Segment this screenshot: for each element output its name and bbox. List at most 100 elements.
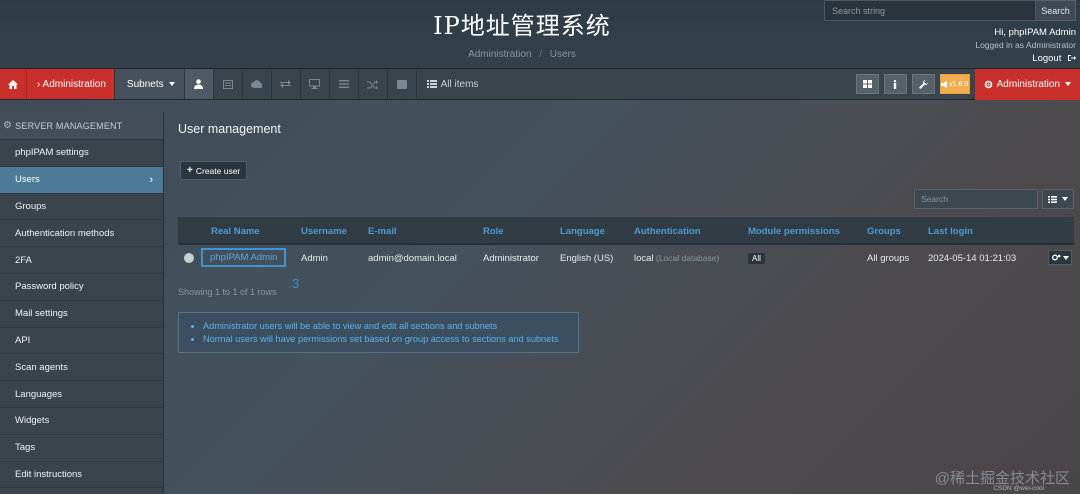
list-icon bbox=[1048, 195, 1057, 203]
nav-transfer[interactable] bbox=[270, 69, 300, 99]
cloud-icon bbox=[251, 80, 263, 88]
list-icon bbox=[426, 80, 437, 88]
watermark-small: CSDN @wei-cool bbox=[993, 485, 1044, 492]
sidebar-item-label: Users bbox=[15, 174, 40, 186]
column-header-email[interactable]: E-mail bbox=[368, 226, 397, 237]
logout-link[interactable]: Logout bbox=[975, 52, 1076, 65]
column-header-role[interactable]: Role bbox=[483, 226, 504, 237]
sidebar-item-users[interactable]: Users › bbox=[0, 166, 163, 194]
sidebar-item-widgets[interactable]: Widgets bbox=[0, 408, 163, 435]
user-icon bbox=[194, 79, 204, 89]
column-header-module-permissions[interactable]: Module permissions bbox=[748, 226, 840, 237]
home-icon bbox=[8, 79, 18, 89]
sidebar-item-edit-instructions[interactable]: Edit instructions bbox=[0, 462, 163, 489]
info-icon bbox=[893, 79, 897, 89]
menu-icon bbox=[338, 80, 349, 88]
real-name-link[interactable]: phpIPAM Admin bbox=[201, 248, 287, 267]
nav-subnets-dropdown[interactable]: Subnets bbox=[113, 69, 184, 99]
sidebar-item-label: Widgets bbox=[15, 415, 50, 427]
tools-button[interactable] bbox=[911, 74, 935, 94]
chevron-down-icon bbox=[168, 82, 175, 86]
bullhorn-icon bbox=[941, 80, 948, 88]
nav-random[interactable] bbox=[357, 69, 387, 99]
gears-icon: ⚙ bbox=[3, 120, 13, 131]
cell-last-login: 2024-05-14 01:21:03 bbox=[928, 253, 1017, 264]
table-row: phpIPAM Admin Admin admin@domain.local A… bbox=[178, 245, 1074, 271]
grid-icon bbox=[862, 80, 872, 88]
nav-all-items-label: All items bbox=[440, 78, 479, 90]
columns-toggle-button[interactable] bbox=[1042, 189, 1074, 209]
database-icon bbox=[396, 79, 407, 89]
info-line: Normal users will have permissions set b… bbox=[203, 333, 578, 346]
cell-role: Administrator bbox=[483, 253, 539, 264]
cell-email: admin@domain.local bbox=[368, 253, 457, 264]
sidebar-item-password-policy[interactable]: Password policy bbox=[0, 274, 163, 301]
transfer-icon bbox=[280, 80, 292, 88]
user-info: Hi, phpIPAM Admin Logged in as Administr… bbox=[975, 26, 1076, 65]
sidebar-item-languages[interactable]: Languages bbox=[0, 381, 163, 408]
nav-users[interactable] bbox=[183, 69, 213, 99]
dashboard-button[interactable] bbox=[855, 74, 879, 94]
annotation-marker: 3 bbox=[292, 276, 300, 291]
module-permissions-badge: All bbox=[748, 253, 765, 264]
sidebar-item-authentication-methods[interactable]: Authentication methods bbox=[0, 220, 163, 248]
nav-devices[interactable] bbox=[299, 69, 329, 99]
home-button[interactable] bbox=[0, 69, 26, 99]
logged-in-as: Logged in as Administrator bbox=[975, 40, 1076, 50]
nav-cloud[interactable] bbox=[241, 69, 271, 99]
column-header-language[interactable]: Language bbox=[560, 226, 605, 237]
sidebar-item-scan-agents[interactable]: Scan agents bbox=[0, 354, 163, 382]
chevron-right-icon: › bbox=[149, 173, 153, 186]
main-navbar: › Administration Subnets All items v1.6.… bbox=[0, 68, 1080, 100]
nav-all-items[interactable]: All items bbox=[415, 69, 489, 99]
info-button[interactable] bbox=[883, 74, 907, 94]
sidebar-item-label: Edit instructions bbox=[15, 468, 83, 480]
sidebar-item-tags[interactable]: Tags bbox=[0, 435, 163, 462]
pagination-info: Showing 1 to 1 of 1 rows bbox=[178, 287, 277, 297]
breadcrumb-administration[interactable]: Administration bbox=[468, 49, 531, 60]
row-actions-button[interactable] bbox=[1048, 250, 1072, 265]
sidebar-item-2fa[interactable]: 2FA bbox=[0, 247, 163, 274]
breadcrumb: Administration / Users bbox=[0, 49, 1044, 60]
chevron-down-icon bbox=[1065, 82, 1071, 86]
sidebar-item-label: Groups bbox=[15, 200, 47, 212]
cell-authentication: local bbox=[634, 253, 654, 264]
chevron-down-icon bbox=[1062, 255, 1069, 260]
sidebar-item-label: 2FA bbox=[15, 254, 32, 266]
create-user-button[interactable]: + Create user bbox=[180, 161, 248, 180]
info-line: Administrator users will be able to view… bbox=[203, 320, 578, 333]
breadcrumb-users: Users bbox=[549, 49, 576, 60]
sidebar-item-label: Mail settings bbox=[15, 308, 68, 320]
column-header-last-login[interactable]: Last login bbox=[928, 226, 973, 237]
nav-hdd[interactable] bbox=[386, 69, 416, 99]
administration-menu[interactable]: Administration bbox=[974, 68, 1080, 100]
cell-groups: All groups bbox=[867, 253, 910, 264]
sidebar-item-mail-settings[interactable]: Mail settings bbox=[0, 301, 163, 328]
nav-list[interactable] bbox=[328, 69, 358, 99]
table-search-input[interactable] bbox=[914, 189, 1038, 209]
logout-icon bbox=[1068, 55, 1076, 61]
sidebar-item-phpipam-settings[interactable]: phpIPAM settings bbox=[0, 140, 163, 167]
column-header-real-name[interactable]: Real Name bbox=[211, 226, 260, 237]
version-badge[interactable]: v1.6.0 bbox=[939, 74, 970, 94]
info-alert: Administrator users will be able to view… bbox=[178, 312, 579, 353]
shuffle-icon bbox=[367, 79, 379, 89]
column-header-groups[interactable]: Groups bbox=[867, 226, 901, 237]
nav-right-tools: v1.6.0 Administration bbox=[855, 68, 1080, 100]
search-input[interactable] bbox=[824, 0, 1036, 21]
sidebar-item-label: API bbox=[15, 334, 31, 346]
sidebar-item-label: Authentication methods bbox=[15, 227, 115, 239]
sidebar-heading: ⚙ SERVER MANAGEMENT bbox=[0, 112, 163, 140]
chevron-down-icon bbox=[1062, 197, 1068, 201]
page-title: User management bbox=[178, 122, 281, 136]
sidebar-item-api[interactable]: API bbox=[0, 328, 163, 355]
logout-label: Logout bbox=[1032, 53, 1062, 64]
search-button[interactable]: Search bbox=[1036, 0, 1076, 21]
nav-crumb-administration[interactable]: › Administration bbox=[26, 69, 114, 99]
cell-username: Admin bbox=[301, 253, 328, 264]
administration-menu-label: Administration bbox=[996, 78, 1060, 90]
nav-tools[interactable] bbox=[212, 69, 242, 99]
column-header-username[interactable]: Username bbox=[301, 226, 347, 237]
sidebar-item-groups[interactable]: Groups bbox=[0, 194, 163, 221]
column-header-authentication[interactable]: Authentication bbox=[634, 226, 701, 237]
